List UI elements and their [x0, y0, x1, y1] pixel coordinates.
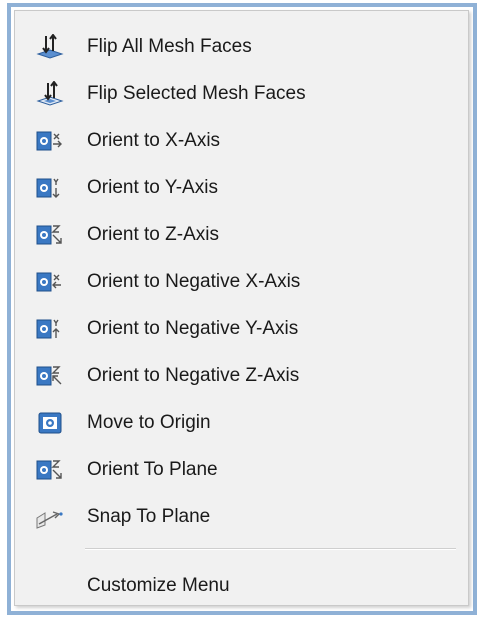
- menu-item-label: Orient to Negative Z-Axis: [87, 365, 300, 387]
- orient-x-axis-icon: [35, 128, 65, 154]
- menu-item-orient-negative-z-axis[interactable]: Orient to Negative Z-Axis: [15, 353, 468, 400]
- orient-y-axis-icon: [35, 175, 65, 201]
- menu-item-label: Orient to Negative Y-Axis: [87, 318, 299, 340]
- orient-negative-x-axis-icon: [35, 269, 65, 295]
- menu-item-snap-to-plane[interactable]: Snap To Plane: [15, 494, 468, 541]
- move-to-origin-icon: [35, 410, 65, 436]
- menu-item-label: Customize Menu: [87, 575, 230, 596]
- menu-item-customize-menu[interactable]: Customize Menu: [15, 567, 468, 605]
- menu-item-orient-z-axis[interactable]: Orient to Z-Axis: [15, 211, 468, 258]
- menu-item-orient-x-axis[interactable]: Orient to X-Axis: [15, 117, 468, 164]
- menu-separator: [85, 548, 456, 550]
- menu-item-label: Flip Selected Mesh Faces: [87, 82, 306, 104]
- context-menu: Flip All Mesh Faces Flip Selected Mesh F…: [14, 10, 469, 606]
- flip-all-mesh-faces-icon: [35, 33, 65, 60]
- snap-to-plane-icon: [35, 504, 65, 530]
- orient-negative-z-axis-icon: [35, 363, 65, 389]
- menu-item-flip-all-mesh-faces[interactable]: Flip All Mesh Faces: [15, 23, 468, 70]
- menu-item-orient-to-plane[interactable]: Orient To Plane: [15, 447, 468, 494]
- menu-item-label: Move to Origin: [87, 412, 211, 434]
- menu-item-label: Orient to Z-Axis: [87, 223, 219, 245]
- menu-item-orient-negative-x-axis[interactable]: Orient to Negative X-Axis: [15, 258, 468, 305]
- flip-selected-mesh-faces-icon: [35, 80, 65, 107]
- menu-item-label: Snap To Plane: [87, 506, 211, 528]
- menu-items: Flip All Mesh Faces Flip Selected Mesh F…: [15, 23, 468, 541]
- menu-item-move-to-origin[interactable]: Move to Origin: [15, 400, 468, 447]
- orient-to-plane-icon: [35, 457, 65, 483]
- menu-item-label: Orient To Plane: [87, 459, 218, 481]
- orient-negative-y-axis-icon: [35, 316, 65, 342]
- menu-item-orient-y-axis[interactable]: Orient to Y-Axis: [15, 164, 468, 211]
- orient-z-axis-icon: [35, 222, 65, 248]
- menu-item-label: Orient to Negative X-Axis: [87, 271, 301, 293]
- menu-item-label: Orient to X-Axis: [87, 129, 221, 151]
- menu-item-flip-selected-mesh-faces[interactable]: Flip Selected Mesh Faces: [15, 70, 468, 117]
- menu-item-label: Flip All Mesh Faces: [87, 35, 252, 57]
- menu-item-orient-negative-y-axis[interactable]: Orient to Negative Y-Axis: [15, 306, 468, 353]
- menu-item-label: Orient to Y-Axis: [87, 176, 218, 198]
